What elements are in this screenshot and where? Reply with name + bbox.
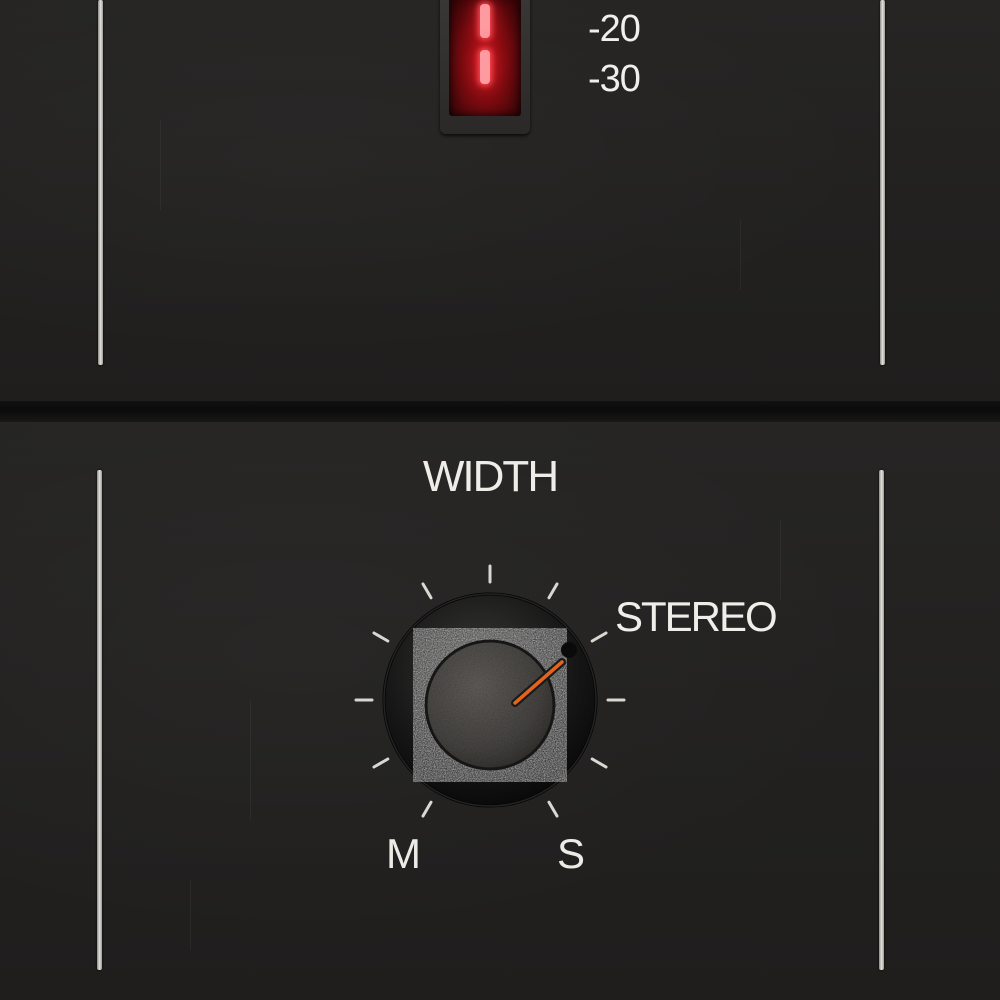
knob-pointer-dot (561, 642, 577, 658)
meter-segment (480, 50, 490, 84)
panel-divider (0, 400, 1000, 422)
knob-tick (421, 582, 433, 600)
knob-tick (372, 757, 390, 769)
width-knob[interactable] (340, 555, 640, 855)
knob-tick (590, 757, 608, 769)
knob-tick (372, 631, 390, 643)
panel-scratch (780, 520, 781, 600)
left-rail-top (98, 0, 103, 365)
width-title: WIDTH (422, 452, 559, 501)
panel-scratch (250, 700, 251, 820)
knob-tick (421, 800, 433, 818)
meter-scale-label: -20 (588, 8, 641, 50)
led-meter-icon (440, 0, 530, 134)
knob-cap (424, 639, 556, 771)
knob-tick (547, 582, 559, 600)
meter-scale-label: -30 (588, 58, 641, 100)
knob-tick (547, 800, 559, 818)
meter-segment (480, 4, 490, 38)
knob-tick (590, 631, 608, 643)
meter-window (449, 0, 521, 116)
right-rail-top (880, 0, 885, 365)
left-rail-bottom (97, 470, 102, 970)
right-rail-bottom (879, 470, 884, 970)
panel-scratch (740, 220, 741, 290)
panel-scratch (160, 120, 161, 210)
rotary-knob-icon[interactable] (340, 555, 640, 855)
panel-scratch (190, 880, 191, 950)
